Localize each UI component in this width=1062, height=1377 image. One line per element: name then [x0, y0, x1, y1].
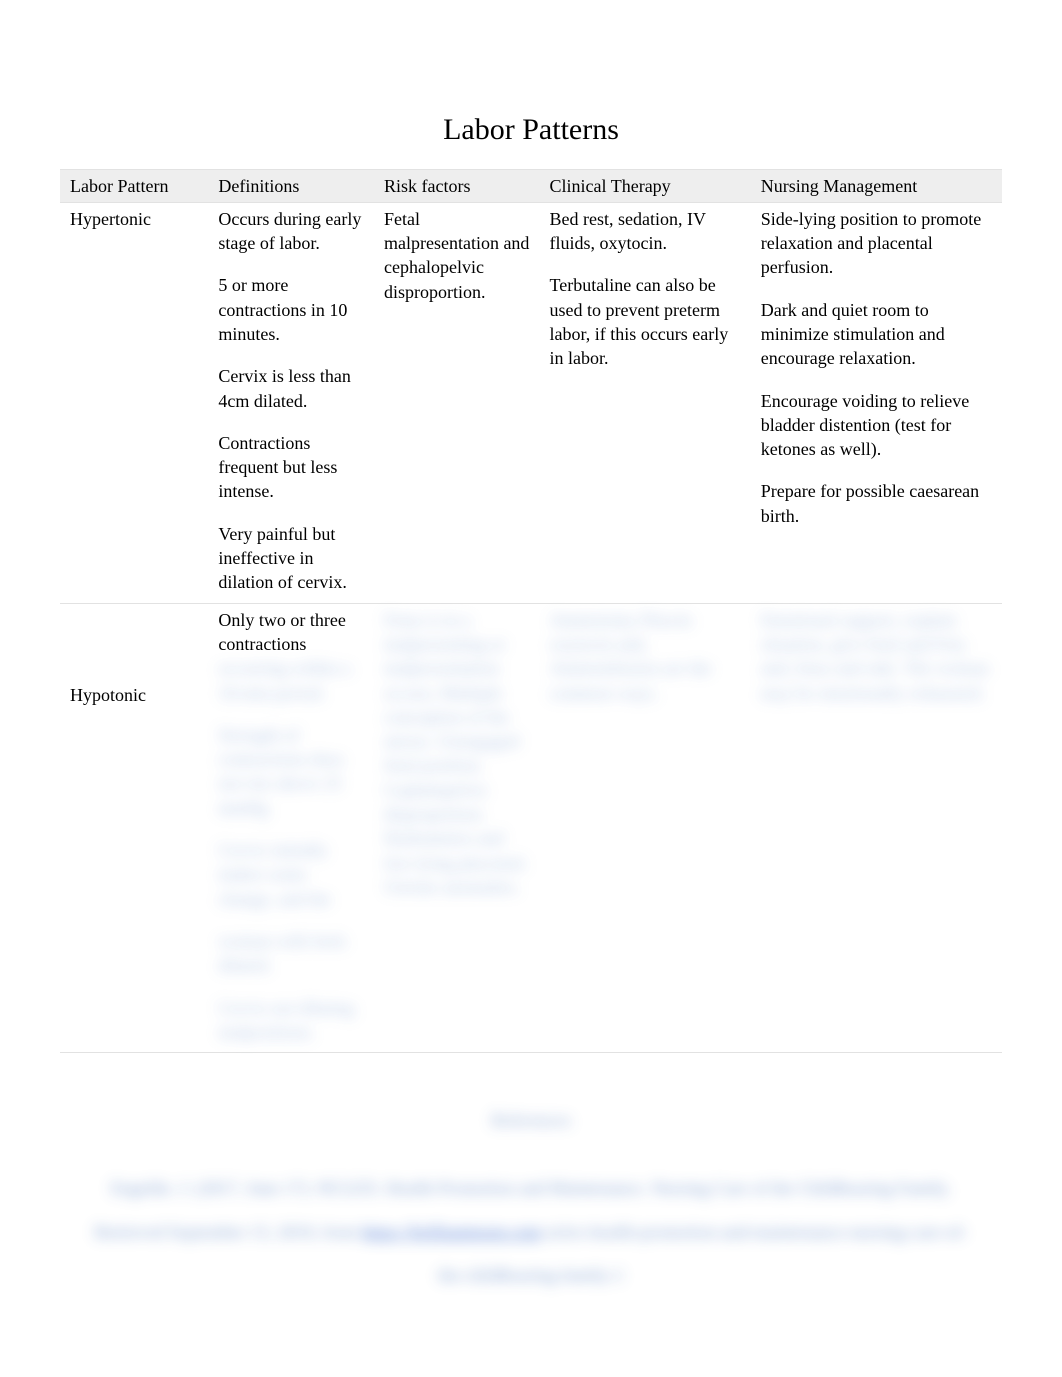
nursing-text: Prepare for possible caesarean birth. [761, 479, 992, 528]
table-row-hypotonic: Hypotonic Only two or three contractions… [60, 603, 1002, 1052]
therapy-text: Bed rest, sedation, IV fluids, oxytocin. [550, 207, 741, 256]
definition-text-blurred: Cervix not dilating malpositions. [218, 996, 364, 1045]
header-definitions: Definitions [208, 169, 374, 202]
labor-patterns-table: Labor Pattern Definitions Risk factors C… [60, 169, 1002, 1054]
cell-nursing-hypotonic: Emotional support, explain situation, gi… [751, 603, 1002, 1052]
therapy-text-blurred: Amniotomy Pitocin oxytocin and, Amnioinf… [550, 608, 741, 705]
cell-risk-hypotonic: Fetus is in a malpresenting or malpresen… [374, 603, 540, 1052]
cell-nursing-hypertonic: Side-lying position to promote relaxatio… [751, 202, 1002, 603]
cell-risk-hypertonic: Fetal malpresentation and cephalopelvic … [374, 202, 540, 603]
header-risk-factors: Risk factors [374, 169, 540, 202]
reference-text-pre: Engeldo. J. (2017, June 17). NCLEX. Heal… [94, 1178, 951, 1241]
page-title: Labor Patterns [60, 110, 1002, 151]
risk-text-blurred: Fetus is in a malpresenting or malpresen… [384, 608, 530, 900]
table-row-hypertonic: Hypertonic Occurs during early stage of … [60, 202, 1002, 603]
definition-text: Occurs during early stage of labor. [218, 207, 364, 256]
pattern-text: Hypotonic [70, 683, 146, 707]
definition-text-blurred: Cervix initially makes some change, and … [218, 838, 364, 911]
therapy-text: Terbutaline can also be used to prevent … [550, 273, 741, 370]
nursing-text: Side-lying position to promote relaxatio… [761, 207, 992, 280]
header-nursing-management: Nursing Management [751, 169, 1002, 202]
cell-therapy-hypertonic: Bed rest, sedation, IV fluids, oxytocin.… [540, 202, 751, 603]
definition-text: Very painful but ineffective in dilation… [218, 522, 364, 595]
header-labor-pattern: Labor Pattern [60, 169, 208, 202]
reference-link: https://brilliantmom.com [362, 1222, 542, 1242]
cell-definitions-hypotonic: Only two or three contractions occurring… [208, 603, 374, 1052]
nursing-text: Dark and quiet room to minimize stimulat… [761, 298, 992, 371]
nursing-text-blurred: Emotional support, explain situation, gi… [761, 608, 992, 705]
definition-text-blurred: Strength of contractions does not rise a… [218, 723, 364, 820]
header-clinical-therapy: Clinical Therapy [540, 169, 751, 202]
definition-text: Contractions frequent but less intense. [218, 431, 364, 504]
reference-text-post: nclex-health-promotion-and-maintenance-n… [438, 1222, 968, 1285]
nursing-text: Encourage voiding to relieve bladder dis… [761, 389, 992, 462]
references-body: Engeldo. J. (2017, June 17). NCLEX. Heal… [60, 1167, 1002, 1297]
definition-text-blurred: occurring within a 10-min period. [218, 656, 364, 705]
risk-text: Fetal malpresentation and cephalopelvic … [384, 207, 530, 304]
cell-definitions-hypertonic: Occurs during early stage of labor. 5 or… [208, 202, 374, 603]
cell-pattern-hypotonic: Hypotonic [60, 603, 208, 1052]
definition-text-blurred: woman with feels dilated. [218, 929, 364, 978]
definition-text: Cervix is less than 4cm dilated. [218, 364, 364, 413]
cell-therapy-hypotonic: Amniotomy Pitocin oxytocin and, Amnioinf… [540, 603, 751, 1052]
table-header-row: Labor Pattern Definitions Risk factors C… [60, 169, 1002, 202]
definition-text: Only two or three contractions [218, 608, 364, 657]
cell-pattern-hypertonic: Hypertonic [60, 202, 208, 603]
references-heading: References [60, 1108, 1002, 1132]
definition-text: 5 or more contractions in 10 minutes. [218, 273, 364, 346]
references-section: References Engeldo. J. (2017, June 17). … [60, 1108, 1002, 1297]
